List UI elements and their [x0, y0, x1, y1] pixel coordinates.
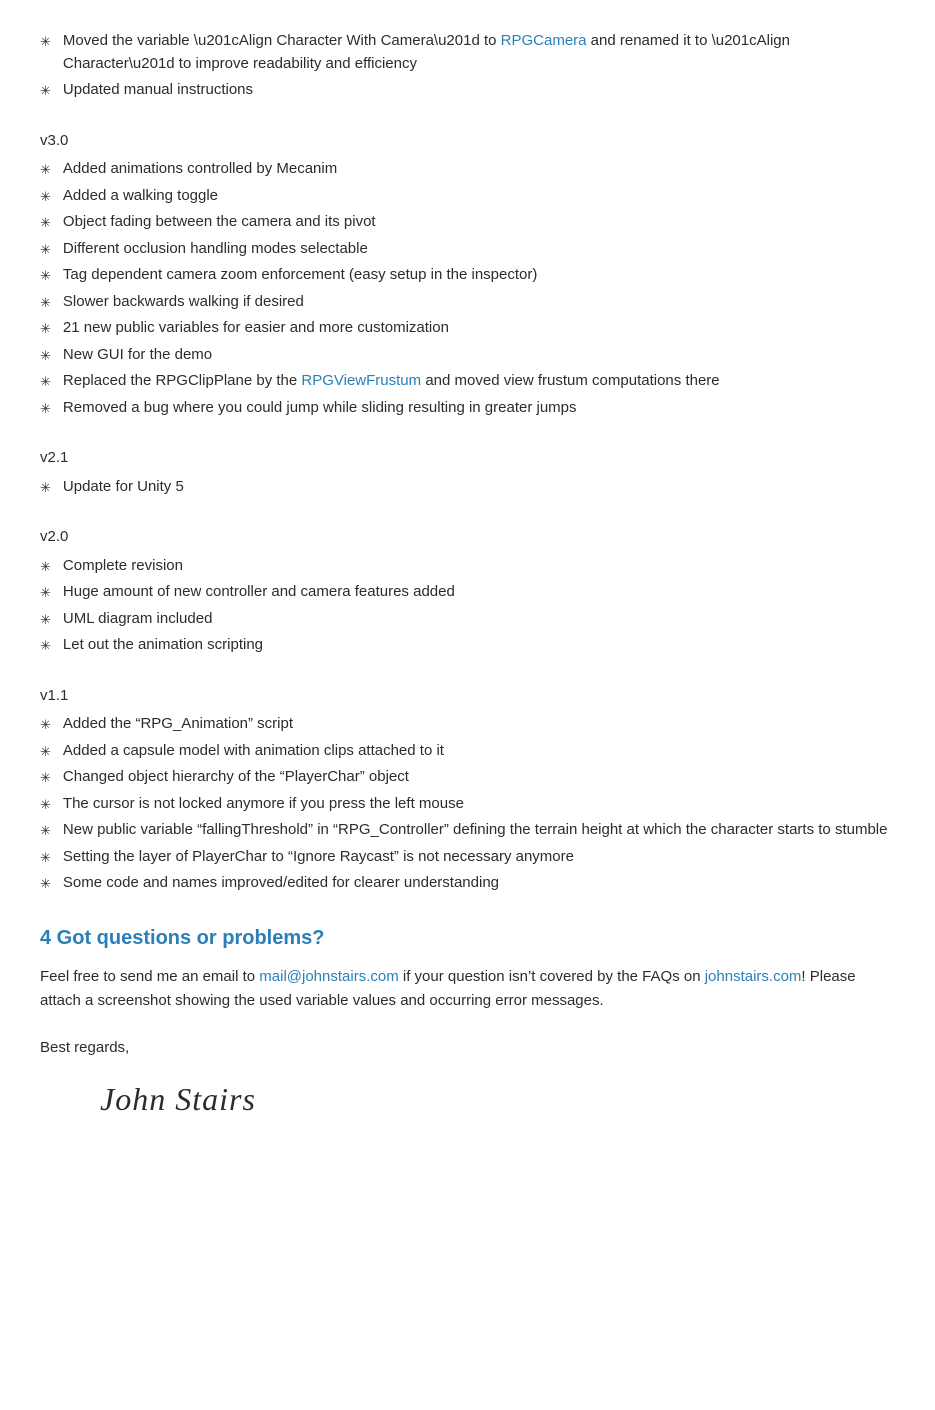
bullet-list-v3: Added animations controlled by Mecanim A… — [40, 158, 895, 419]
bullet-text: Complete revision — [63, 555, 895, 578]
bullet-text: Huge amount of new controller and camera… — [63, 581, 895, 604]
bullet-text: Tag dependent camera zoom enforcement (e… — [63, 264, 895, 287]
version-label: v2.1 — [40, 447, 895, 470]
email-link[interactable]: mail@johnstairs.com — [259, 968, 398, 985]
bullet-text: Object fading between the camera and its… — [63, 211, 895, 234]
bullet-list-top: Moved the variable \u201cAlign Character… — [40, 30, 895, 102]
version-label: v1.1 — [40, 685, 895, 708]
version-section-v2_0: v2.0 Complete revision Huge amount of ne… — [40, 526, 895, 657]
bullet-text: Different occlusion handling modes selec… — [63, 238, 895, 261]
list-item: Complete revision — [40, 555, 895, 578]
bullet-list-v2_1: Update for Unity 5 — [40, 476, 895, 499]
list-item: Moved the variable \u201cAlign Character… — [40, 30, 895, 75]
section4-paragraph: Feel free to send me an email to mail@jo… — [40, 965, 895, 1013]
bullet-text: Let out the animation scripting — [63, 634, 895, 657]
version-section-v3: v3.0 Added animations controlled by Meca… — [40, 130, 895, 420]
bullet-text: Removed a bug where you could jump while… — [63, 397, 895, 420]
list-item: Update for Unity 5 — [40, 476, 895, 499]
bullet-text: 21 new public variables for easier and m… — [63, 317, 895, 340]
bullet-text: New GUI for the demo — [63, 344, 895, 367]
signature-block: Best regards, John Stairs — [40, 1037, 895, 1124]
list-item: UML diagram included — [40, 608, 895, 631]
section4: 4 Got questions or problems? Feel free t… — [40, 923, 895, 1013]
bullet-text: Added a capsule model with animation cli… — [63, 740, 895, 763]
version-label: v3.0 — [40, 130, 895, 153]
bullet-text: UML diagram included — [63, 608, 895, 631]
bullet-text: Added the “RPG_Animation” script — [63, 713, 895, 736]
list-item: Added the “RPG_Animation” script — [40, 713, 895, 736]
list-item: Slower backwards walking if desired — [40, 291, 895, 314]
rpgviewfrustum-link[interactable]: RPGViewFrustum — [301, 372, 421, 389]
bullet-text: Added a walking toggle — [63, 185, 895, 208]
list-item: Object fading between the camera and its… — [40, 211, 895, 234]
list-item: Huge amount of new controller and camera… — [40, 581, 895, 604]
list-item: Replaced the RPGClipPlane by the RPGView… — [40, 370, 895, 393]
list-item: Changed object hierarchy of the “PlayerC… — [40, 766, 895, 789]
bullet-text: Moved the variable \u201cAlign Character… — [63, 30, 895, 75]
list-item: Added a walking toggle — [40, 185, 895, 208]
bullet-text: Slower backwards walking if desired — [63, 291, 895, 314]
bullet-list-v2_0: Complete revision Huge amount of new con… — [40, 555, 895, 657]
list-item: 21 new public variables for easier and m… — [40, 317, 895, 340]
version-section-v2_1: v2.1 Update for Unity 5 — [40, 447, 895, 498]
list-item: New public variable “fallingThreshold” i… — [40, 819, 895, 842]
list-item: Tag dependent camera zoom enforcement (e… — [40, 264, 895, 287]
bullet-text: New public variable “fallingThreshold” i… — [63, 819, 895, 842]
best-regards-text: Best regards, — [40, 1037, 895, 1060]
bullet-text: Changed object hierarchy of the “PlayerC… — [63, 766, 895, 789]
list-item: New GUI for the demo — [40, 344, 895, 367]
bullet-text: Replaced the RPGClipPlane by the RPGView… — [63, 370, 895, 393]
version-section-v1_1: v1.1 Added the “RPG_Animation” script Ad… — [40, 685, 895, 895]
bullet-text: Update for Unity 5 — [63, 476, 895, 499]
list-item: Setting the layer of PlayerChar to “Igno… — [40, 846, 895, 869]
website-link[interactable]: johnstairs.com — [705, 968, 802, 985]
list-item: Updated manual instructions — [40, 79, 895, 102]
bullet-text: Added animations controlled by Mecanim — [63, 158, 895, 181]
section4-heading: 4 Got questions or problems? — [40, 923, 895, 953]
bullet-text: Updated manual instructions — [63, 79, 895, 102]
rpgcamera-link[interactable]: RPGCamera — [501, 32, 587, 49]
bullet-text: Setting the layer of PlayerChar to “Igno… — [63, 846, 895, 869]
list-item: Removed a bug where you could jump while… — [40, 397, 895, 420]
list-item: Some code and names improved/edited for … — [40, 872, 895, 895]
list-item: The cursor is not locked anymore if you … — [40, 793, 895, 816]
version-label: v2.0 — [40, 526, 895, 549]
bullet-list-v1_1: Added the “RPG_Animation” script Added a… — [40, 713, 895, 895]
list-item: Added animations controlled by Mecanim — [40, 158, 895, 181]
bullet-text: The cursor is not locked anymore if you … — [63, 793, 895, 816]
signature-name: John Stairs — [100, 1075, 895, 1123]
list-item: Different occlusion handling modes selec… — [40, 238, 895, 261]
version-section-top: Moved the variable \u201cAlign Character… — [40, 30, 895, 102]
list-item: Added a capsule model with animation cli… — [40, 740, 895, 763]
bullet-text: Some code and names improved/edited for … — [63, 872, 895, 895]
list-item: Let out the animation scripting — [40, 634, 895, 657]
